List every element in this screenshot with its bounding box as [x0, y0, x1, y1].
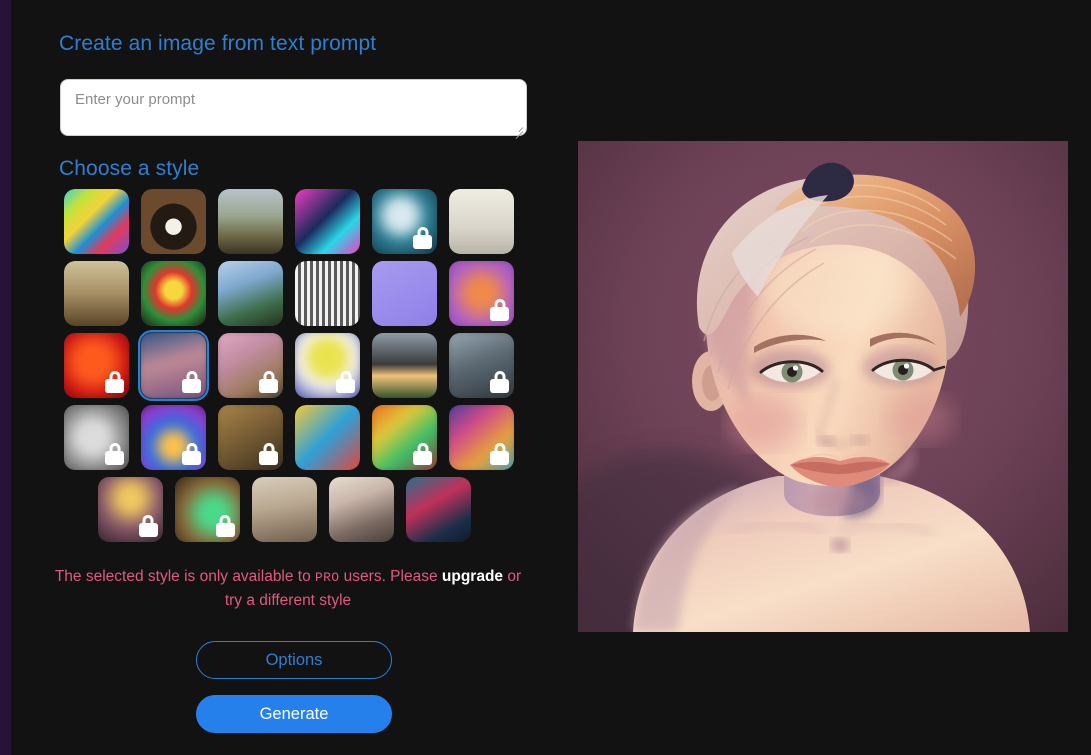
error-text-part1: The selected style is only available to [54, 568, 316, 585]
style-row-2 [64, 261, 514, 326]
style-thumb-cyber-robot[interactable] [295, 189, 360, 254]
style-grid [64, 189, 514, 549]
style-thumb-vivid-orange-swirl[interactable] [372, 405, 437, 470]
lock-icon [215, 515, 235, 537]
style-thumb-image [372, 261, 437, 326]
style-thumb-image [218, 189, 283, 254]
style-thumb-image [449, 189, 514, 254]
style-thumb-neon-portrait[interactable] [372, 189, 437, 254]
lock-icon [182, 371, 201, 393]
lock-icon [105, 371, 124, 393]
style-thumb-classical-girl[interactable] [251, 477, 317, 542]
style-thumb-teal-red-portrait[interactable] [405, 477, 471, 542]
style-thumb-sepia-abstract[interactable] [218, 405, 283, 470]
style-row-4 [64, 405, 514, 470]
choose-style-heading: Choose a style [59, 157, 200, 180]
style-thumb-neon-figure[interactable] [141, 405, 206, 470]
pro-label: PRO [315, 570, 340, 585]
lock-icon [490, 443, 509, 465]
lock-icon [490, 299, 509, 321]
style-locked-message: The selected style is only available to … [49, 565, 527, 612]
style-thumb-image [64, 189, 129, 254]
lock-icon [336, 371, 355, 393]
style-row-3 [64, 330, 514, 401]
style-thumb-image [295, 405, 360, 470]
style-thumb-grey-texture[interactable] [64, 405, 129, 470]
style-thumb-impressionist-ballet[interactable] [218, 261, 283, 326]
style-thumb-image [372, 333, 437, 398]
style-thumb-panda-photoreal[interactable] [141, 189, 206, 254]
style-thumb-folk-flowers[interactable] [141, 261, 206, 326]
style-thumb-isometric-retro-pc[interactable] [372, 261, 437, 326]
style-thumb-bw-etching-cup[interactable] [295, 261, 360, 326]
style-thumb-painterly-soldier[interactable] [328, 477, 394, 542]
lock-icon [182, 443, 201, 465]
generated-image-preview[interactable] [578, 141, 1068, 632]
style-thumb-misty-landscape[interactable] [218, 189, 283, 254]
style-thumb-renaissance-portrait[interactable] [64, 261, 129, 326]
style-thumb-image [218, 261, 283, 326]
style-thumb-image [141, 189, 206, 254]
style-thumb-grey-smoke[interactable] [449, 333, 514, 398]
style-thumb-image [251, 477, 317, 542]
style-thumb-dreamy-woman[interactable] [138, 330, 209, 401]
app-root: Create an image from text prompt Choose … [0, 0, 1091, 755]
style-thumb-flat-icon-grid[interactable] [295, 405, 360, 470]
style-thumb-image [64, 261, 129, 326]
lock-icon [490, 371, 509, 393]
style-thumb-image [295, 189, 360, 254]
left-edge-rail [0, 0, 11, 755]
style-thumb-psychedelic-forest[interactable] [64, 189, 129, 254]
style-thumb-image [295, 261, 360, 326]
prompt-input[interactable] [60, 79, 527, 136]
upgrade-link[interactable]: upgrade [442, 568, 503, 585]
lock-icon [259, 371, 278, 393]
options-button[interactable]: Options [196, 641, 392, 679]
style-thumb-rainbow-abstract[interactable] [449, 405, 514, 470]
style-row-5 [64, 477, 504, 542]
style-thumb-red-glow-mask[interactable] [64, 333, 129, 398]
style-thumb-image [141, 261, 206, 326]
lock-icon [138, 515, 158, 537]
page-title: Create an image from text prompt [59, 32, 377, 55]
style-thumb-green-gold-abstract[interactable] [174, 477, 240, 542]
lock-icon [105, 443, 124, 465]
lock-icon [259, 443, 278, 465]
style-thumb-modern-architecture[interactable] [372, 333, 437, 398]
prompt-input-wrapper [60, 79, 527, 139]
style-thumb-image [405, 477, 471, 542]
style-row-1 [64, 189, 514, 254]
style-thumb-golden-crown-figure[interactable] [97, 477, 163, 542]
style-thumb-pop-art-portrait[interactable] [295, 333, 360, 398]
lock-icon [413, 227, 432, 249]
generate-button[interactable]: Generate [196, 695, 392, 733]
style-thumb-victorian-engraving[interactable] [449, 189, 514, 254]
style-thumb-fox-pastel[interactable] [449, 261, 514, 326]
error-text-part2: users. Please [339, 568, 442, 585]
portrait-illustration [578, 141, 1068, 632]
style-thumb-image [328, 477, 394, 542]
lock-icon [413, 443, 432, 465]
style-thumb-pastel-abstract[interactable] [218, 333, 283, 398]
generator-panel: Create an image from text prompt Choose … [11, 0, 567, 755]
